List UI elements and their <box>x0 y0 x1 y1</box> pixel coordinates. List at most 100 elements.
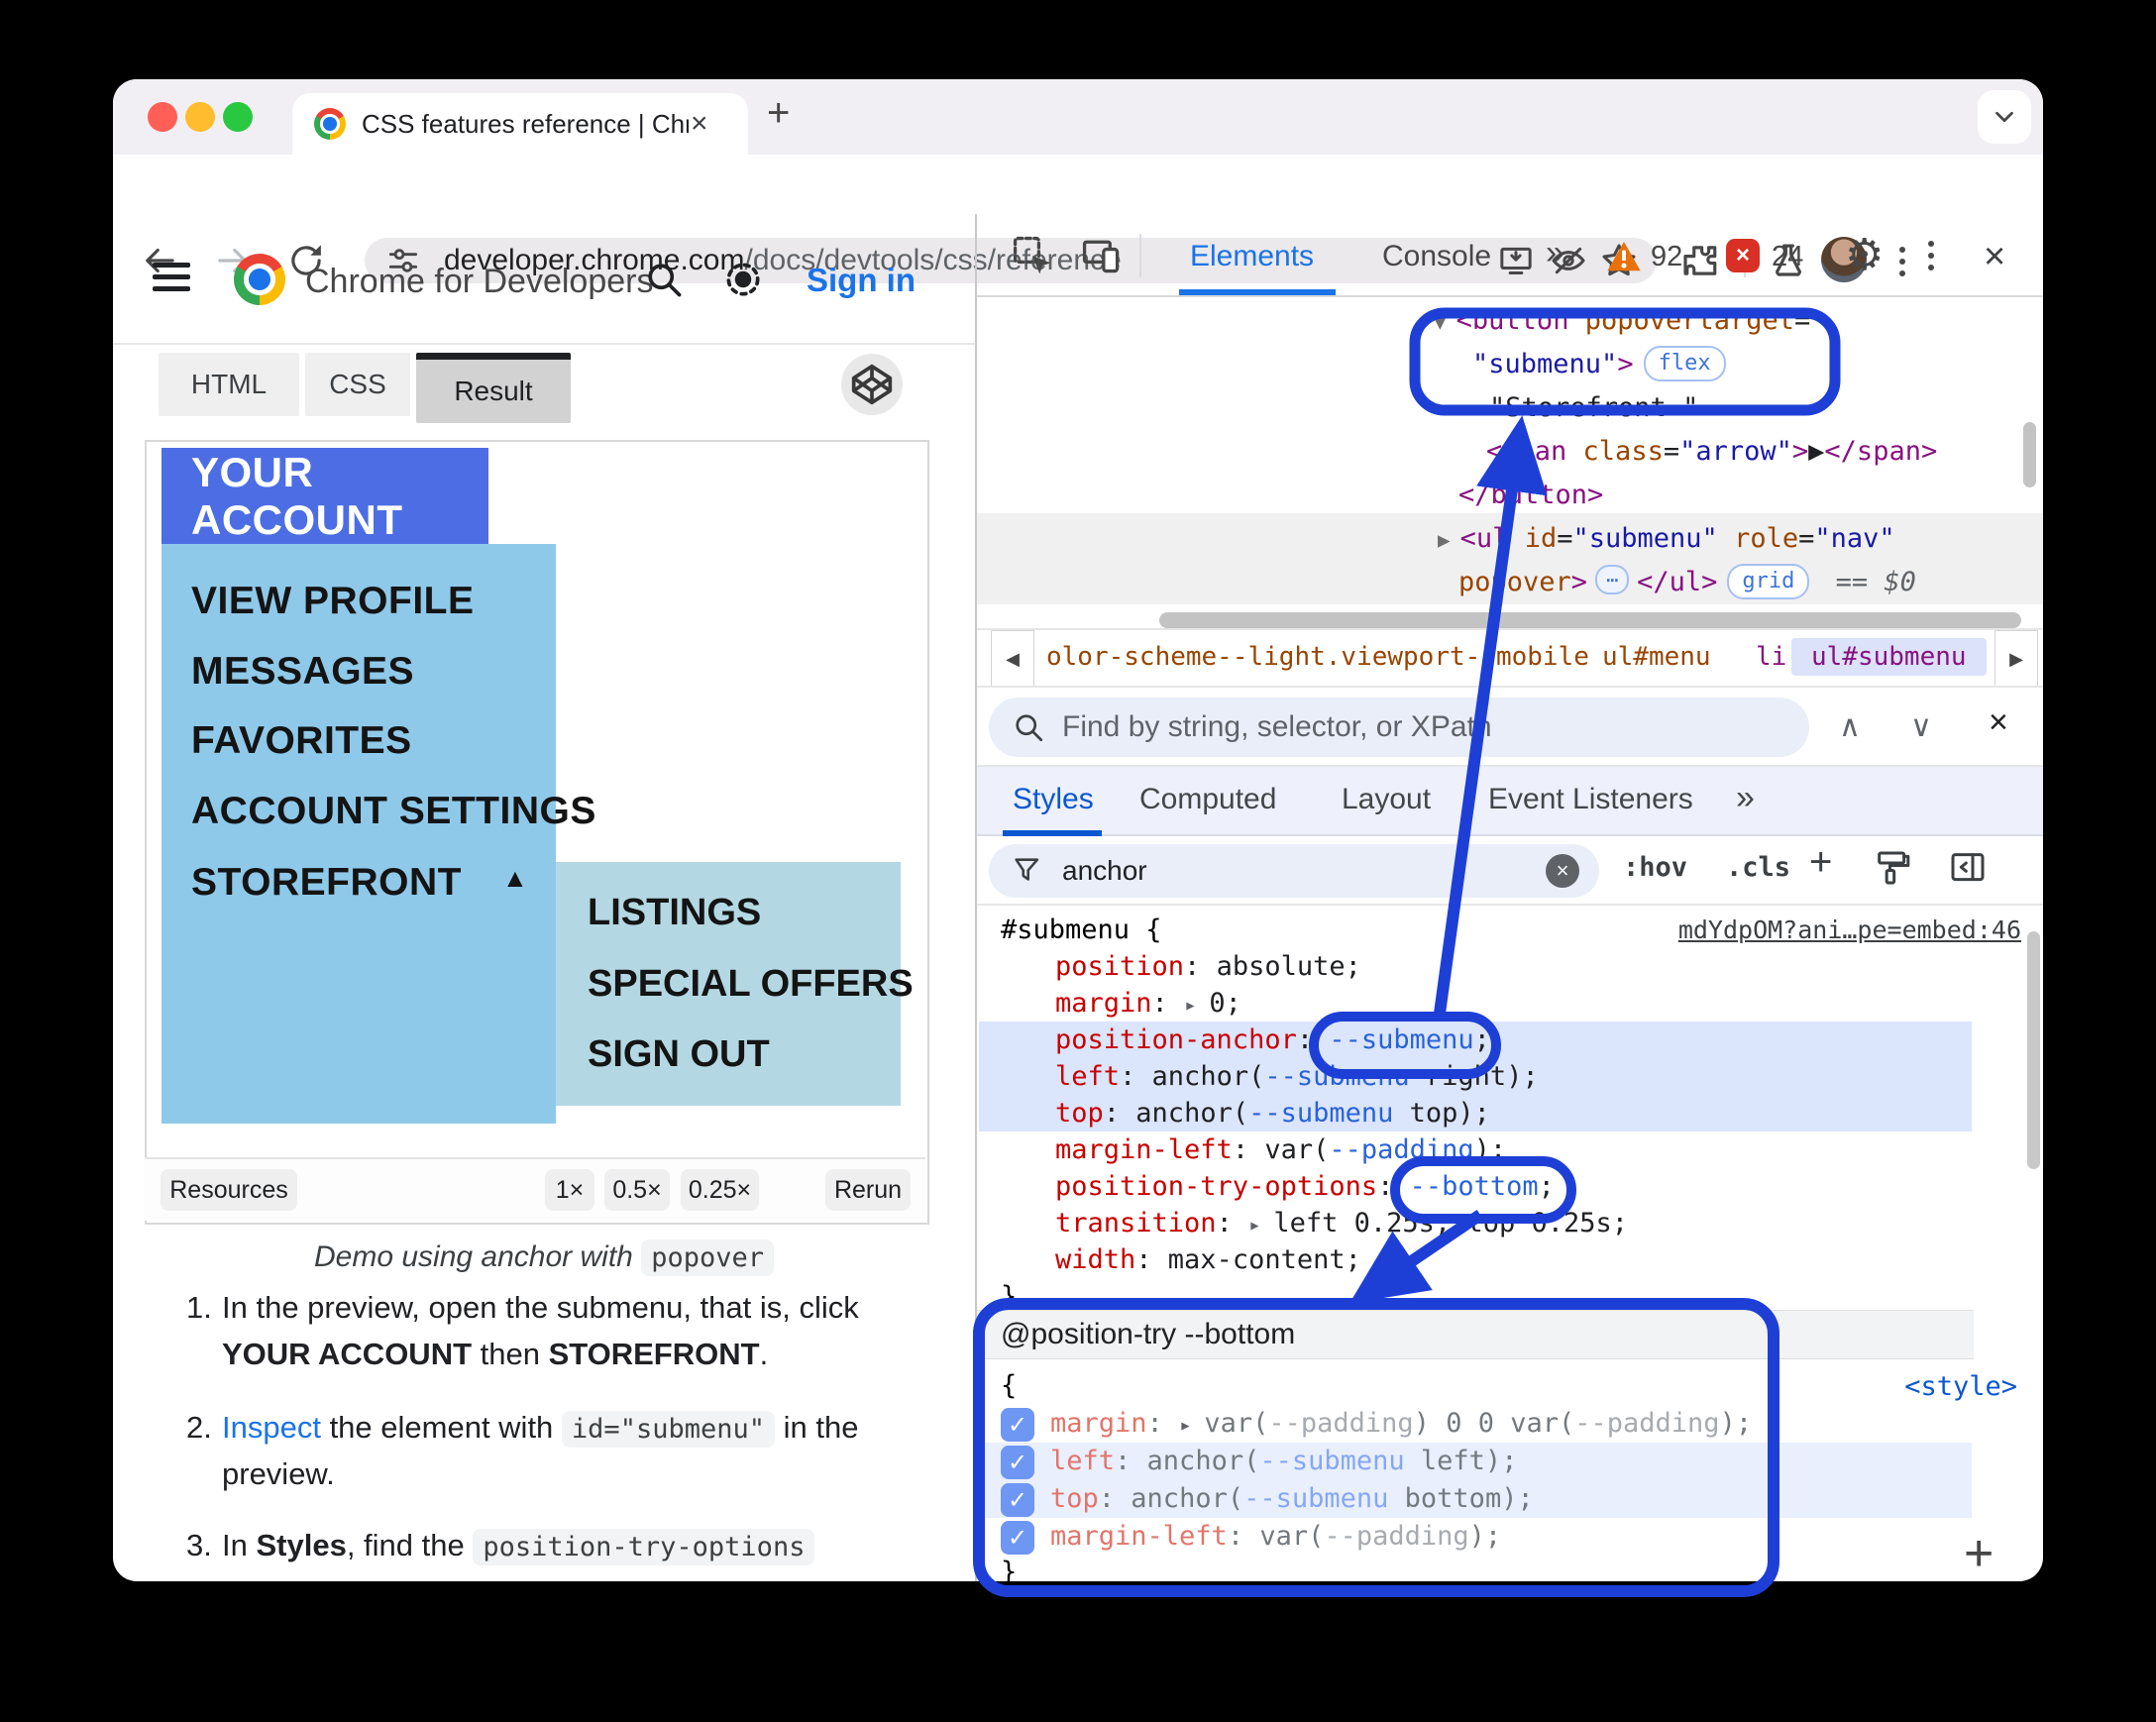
token[interactable]: --padding <box>1268 1408 1413 1439</box>
scale-05x-button[interactable]: 0.5× <box>604 1169 670 1211</box>
tab-event-listeners[interactable]: Event Listeners <box>1488 783 1693 816</box>
sign-in-button[interactable]: Sign in <box>807 262 916 299</box>
elements-tree-row[interactable]: popover> ⋯ </ul> grid == $0 <box>1458 561 1916 604</box>
token[interactable]: --submenu <box>1248 1098 1393 1129</box>
breadcrumb-body-class[interactable]: olor-scheme--light.viewport--mobile <box>1046 642 1589 672</box>
new-tab-button[interactable]: + <box>767 91 790 136</box>
css-declaration[interactable]: top: anchor(--submenu bottom); <box>1050 1480 1534 1517</box>
style-source-link[interactable]: <style> <box>1904 1371 2017 1402</box>
token[interactable]: --bottom <box>1410 1171 1539 1202</box>
css-declaration[interactable]: position-try-options: --bottom; <box>1055 1168 1555 1205</box>
find-next-button[interactable]: ∨ <box>1910 709 1932 744</box>
find-previous-button[interactable]: ∧ <box>1839 709 1861 744</box>
token[interactable]: --submenu <box>1243 1483 1388 1514</box>
breadcrumb-scroll-right[interactable]: ▶ <box>1994 630 2038 688</box>
codepen-button[interactable] <box>841 354 903 415</box>
breadcrumb-scroll-left[interactable]: ◀ <box>991 630 1034 688</box>
css-declaration[interactable]: margin: ▸ var(--padding) 0 0 var(--paddi… <box>1050 1405 1752 1444</box>
rendering-emulation-button[interactable] <box>1873 848 1912 888</box>
rule-selector[interactable]: #submenu { <box>1001 912 1162 948</box>
tab-computed[interactable]: Computed <box>1139 783 1276 816</box>
find-input[interactable] <box>1060 709 1678 745</box>
theme-toggle-button[interactable] <box>721 258 765 301</box>
token[interactable]: grid <box>1727 564 1810 599</box>
browser-menu-button[interactable] <box>1899 247 1905 276</box>
token[interactable]: ⋯ <box>1595 565 1630 594</box>
toggle-hover-button[interactable]: :hov <box>1623 852 1687 883</box>
rerun-button[interactable]: Rerun <box>825 1169 911 1211</box>
browser-tab[interactable]: CSS features reference | Chr × <box>292 93 748 155</box>
tab-close-icon[interactable]: × <box>691 107 708 141</box>
demo-tab-css[interactable]: CSS <box>305 353 410 416</box>
traffic-light-zoom[interactable] <box>223 102 253 132</box>
token[interactable]: --padding <box>1574 1408 1719 1439</box>
breadcrumb-ul-submenu[interactable]: ul#submenu <box>1791 638 1987 676</box>
elements-tree-row[interactable]: <span class="arrow">▶</span> <box>1486 430 1937 474</box>
elements-tree-row[interactable]: "Storefront " <box>1489 386 1698 430</box>
elements-vertical-scrollbar[interactable] <box>2023 422 2036 487</box>
install-page-button[interactable] <box>1496 241 1536 280</box>
extensions-button[interactable] <box>1678 240 1720 281</box>
css-declaration[interactable]: left: anchor(--submenu left); <box>1050 1443 1517 1479</box>
toggle-class-button[interactable]: .cls <box>1726 852 1790 883</box>
breadcrumb-li[interactable]: li <box>1756 642 1786 672</box>
tab-elements[interactable]: Elements <box>1190 240 1314 273</box>
scale-025x-button[interactable]: 0.25× <box>681 1169 759 1211</box>
device-toolbar-button[interactable] <box>1080 234 1124 277</box>
docs-menu-button[interactable] <box>153 256 190 298</box>
devtools-close-button[interactable]: × <box>1984 236 2005 278</box>
demo-item-sign-out[interactable]: SIGN OUT <box>588 1033 770 1076</box>
token[interactable]: flex <box>1643 346 1726 381</box>
token[interactable]: --submenu <box>1259 1446 1404 1476</box>
elements-tree-row[interactable]: </button> <box>1458 474 1603 517</box>
styles-vertical-scrollbar[interactable] <box>2027 931 2040 1169</box>
token[interactable]: --submenu <box>1264 1061 1409 1092</box>
declaration-checkbox[interactable]: ✓ <box>1001 1408 1034 1442</box>
css-declaration[interactable]: position-anchor: --submenu; <box>1055 1022 1490 1058</box>
tab-styles[interactable]: Styles <box>1013 783 1094 816</box>
elements-tree-row[interactable]: ▶ <ul id="submenu" role="nav" <box>1438 517 1895 562</box>
token[interactable]: --padding <box>1329 1134 1473 1165</box>
declaration-checkbox[interactable]: ✓ <box>1001 1446 1034 1479</box>
demo-item-account-settings[interactable]: ACCOUNT SETTINGS <box>191 790 596 833</box>
css-declaration[interactable]: margin: ▸ 0; <box>1055 985 1241 1023</box>
tab-layout[interactable]: Layout <box>1342 783 1431 816</box>
traffic-light-minimize[interactable] <box>185 102 215 132</box>
demo-tab-result[interactable]: Result <box>416 353 571 423</box>
css-declaration[interactable]: margin-left: var(--padding); <box>1055 1131 1506 1168</box>
css-declaration[interactable]: position: absolute; <box>1055 948 1361 985</box>
declaration-checkbox[interactable]: ✓ <box>1001 1521 1034 1555</box>
position-try-header[interactable]: @position-try --bottom <box>977 1310 1974 1359</box>
rule-source-link[interactable]: mdYdpOM?ani…pe=embed:46 <box>1678 915 2021 944</box>
more-panels-button[interactable]: » <box>1736 779 1755 817</box>
demo-item-messages[interactable]: MESSAGES <box>191 650 414 694</box>
elements-tree-row[interactable]: ▼ <button popovertarget= <box>1434 299 1810 344</box>
demo-tab-html[interactable]: HTML <box>159 353 299 416</box>
devtools-left-border[interactable] <box>975 214 977 1581</box>
styles-filter-input[interactable] <box>1060 854 1490 888</box>
demo-item-listings[interactable]: LISTINGS <box>588 892 761 934</box>
elements-tree-row[interactable]: "submenu"> flex <box>1472 343 1736 386</box>
traffic-light-close[interactable] <box>148 102 177 132</box>
demo-item-special-offers[interactable]: SPECIAL OFFERS <box>588 963 914 1006</box>
docs-search-button[interactable] <box>642 258 686 301</box>
elements-horizontal-scrollbar[interactable] <box>1159 612 2021 628</box>
css-declaration[interactable]: left: anchor(--submenu right); <box>1055 1058 1539 1095</box>
token[interactable]: --padding <box>1324 1521 1468 1552</box>
demo-your-account-button[interactable]: YOUR ACCOUNT <box>162 448 488 544</box>
devtools-settings-button[interactable]: ⚙ <box>1845 230 1884 280</box>
devtools-menu-button[interactable] <box>1928 241 1934 270</box>
demo-item-storefront[interactable]: STOREFRONT <box>191 861 462 905</box>
inspect-element-button[interactable] <box>1011 234 1054 277</box>
error-count-badge[interactable]: × <box>1726 239 1760 272</box>
tab-search-button[interactable] <box>1978 90 2031 144</box>
resources-button[interactable]: Resources <box>161 1169 297 1211</box>
sidebar-toggle-button[interactable] <box>1948 848 1988 888</box>
breadcrumb-ul-menu[interactable]: ul#menu <box>1602 642 1711 672</box>
warning-count-badge[interactable] <box>1605 238 1643 280</box>
declaration-checkbox[interactable]: ✓ <box>1001 1483 1034 1517</box>
css-declaration[interactable]: transition: ▸ left 0.25s, top 0.25s; <box>1055 1205 1628 1243</box>
token[interactable]: Inspect <box>222 1410 321 1445</box>
token[interactable]: --submenu <box>1329 1024 1473 1055</box>
filter-clear-button[interactable]: × <box>1546 854 1579 888</box>
